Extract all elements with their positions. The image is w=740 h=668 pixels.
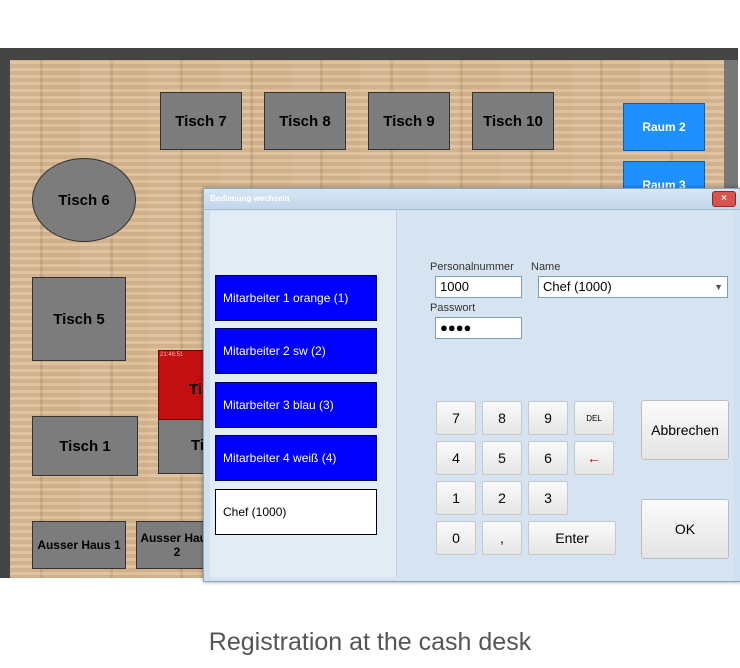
key-8[interactable]: 8 <box>482 401 522 435</box>
table-9[interactable]: Tisch 9 <box>368 92 450 150</box>
key-del[interactable]: DEL <box>574 401 614 435</box>
name-label: Name <box>531 261 561 273</box>
ok-button[interactable]: OK <box>641 499 729 559</box>
name-select-value: Chef (1000) <box>543 279 612 294</box>
cancel-button[interactable]: Abbrechen <box>641 400 729 460</box>
employee-button-2[interactable]: Mitarbeiter 2 sw (2) <box>215 328 377 374</box>
key-comma[interactable]: , <box>482 521 522 555</box>
dialog-titlebar: Bedienung wechseln × <box>204 189 740 210</box>
dialog-title: Bedienung wechseln <box>210 194 290 203</box>
table-7[interactable]: Tisch 7 <box>160 92 242 150</box>
employee-list: Mitarbeiter 1 orange (1) Mitarbeiter 2 s… <box>210 211 397 577</box>
table-8[interactable]: Tisch 8 <box>264 92 346 150</box>
personalnummer-field[interactable]: 1000 <box>435 276 522 298</box>
key-7[interactable]: 7 <box>436 401 476 435</box>
table-1[interactable]: Tisch 1 <box>32 416 138 476</box>
table-6[interactable]: Tisch 6 <box>32 158 136 242</box>
key-4[interactable]: 4 <box>436 441 476 475</box>
table-5[interactable]: Tisch 5 <box>32 277 126 361</box>
backspace-arrow-icon[interactable]: ← <box>574 441 614 475</box>
enter-button[interactable]: Enter <box>528 521 616 555</box>
key-6[interactable]: 6 <box>528 441 568 475</box>
room-2-button[interactable]: Raum 2 <box>623 103 705 151</box>
chevron-down-icon[interactable]: ▼ <box>714 277 723 297</box>
key-2[interactable]: 2 <box>482 481 522 515</box>
key-9[interactable]: 9 <box>528 401 568 435</box>
key-0[interactable]: 0 <box>436 521 476 555</box>
personalnummer-label: Personalnummer <box>430 261 514 273</box>
table-10[interactable]: Tisch 10 <box>472 92 554 150</box>
change-operator-dialog: Bedienung wechseln × Mitarbeiter 1 orang… <box>203 188 740 582</box>
passwort-label: Passwort <box>430 302 476 314</box>
employee-button-4[interactable]: Mitarbeiter 4 weiß (4) <box>215 435 377 481</box>
employee-button-3[interactable]: Mitarbeiter 3 blau (3) <box>215 382 377 428</box>
page-caption: Registration at the cash desk <box>208 628 532 656</box>
employee-button-1[interactable]: Mitarbeiter 1 orange (1) <box>215 275 377 321</box>
close-icon[interactable]: × <box>712 191 736 207</box>
key-5[interactable]: 5 <box>482 441 522 475</box>
key-1[interactable]: 1 <box>436 481 476 515</box>
employee-button-chef[interactable]: Chef (1000) <box>215 489 377 535</box>
ausser-haus-1[interactable]: Ausser Haus 1 <box>32 521 126 569</box>
key-3[interactable]: 3 <box>528 481 568 515</box>
occupied-table-label: Ti <box>189 381 203 398</box>
name-select[interactable]: Chef (1000) ▼ <box>538 276 728 298</box>
password-field[interactable]: ●●●● <box>435 317 522 339</box>
occupied-time: 21:46:51 <box>160 352 184 358</box>
dialog-body: Mitarbeiter 1 orange (1) Mitarbeiter 2 s… <box>210 211 734 581</box>
